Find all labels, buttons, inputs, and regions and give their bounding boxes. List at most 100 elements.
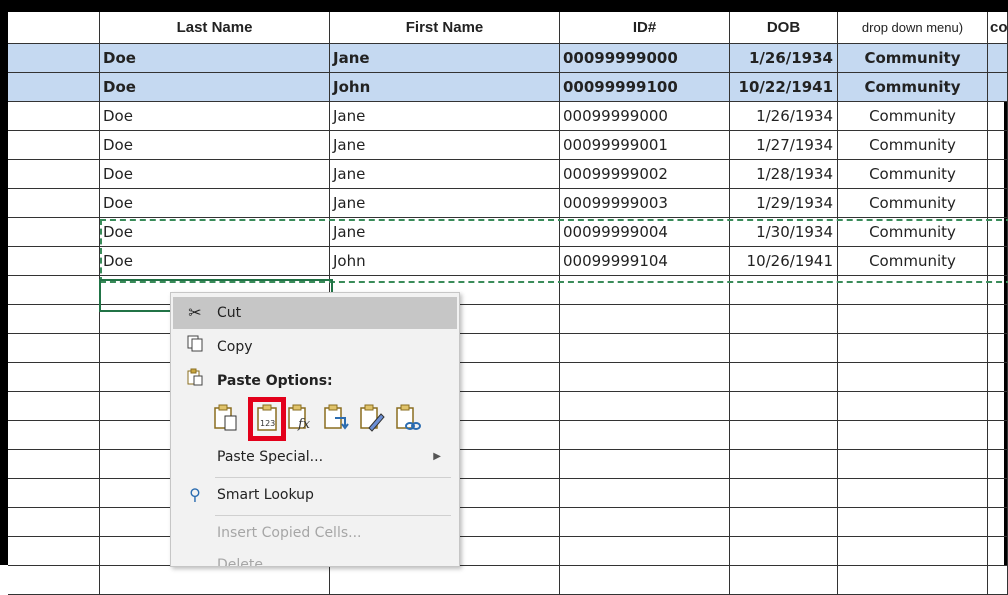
cell-empty[interactable]: [8, 392, 100, 421]
cell-last[interactable]: Doe: [100, 102, 330, 131]
cell-empty[interactable]: [838, 392, 988, 421]
cell-blank[interactable]: [8, 102, 100, 131]
cell-empty[interactable]: [8, 334, 100, 363]
cell-empty[interactable]: [838, 363, 988, 392]
cell-empty[interactable]: [988, 566, 1008, 595]
spreadsheet-grid[interactable]: Last Name First Name ID# DOB drop down m…: [8, 12, 1008, 595]
cell-empty[interactable]: [8, 508, 100, 537]
table-row[interactable]: Doe John 00099999100 10/22/1941 Community: [8, 73, 1008, 102]
cell-empty[interactable]: [560, 305, 730, 334]
menu-item-insert-copied-cells[interactable]: Insert Copied Cells...: [173, 517, 457, 549]
cell-empty[interactable]: [730, 305, 838, 334]
cell-empty[interactable]: [560, 334, 730, 363]
cell-empty[interactable]: [730, 363, 838, 392]
cell-empty[interactable]: [838, 450, 988, 479]
table-row[interactable]: Doe Jane 00099999001 1/27/1934 Community: [8, 131, 1008, 160]
paste-link-icon[interactable]: [393, 402, 423, 434]
table-row[interactable]: Doe Jane 00099999000 1/26/1934 Community: [8, 44, 1008, 73]
cell-type[interactable]: Community: [838, 73, 988, 102]
cell-type[interactable]: Community: [838, 218, 988, 247]
cell-empty[interactable]: [730, 479, 838, 508]
empty-row[interactable]: [8, 508, 1008, 537]
cell-blank[interactable]: [988, 131, 1008, 160]
cell-empty[interactable]: [560, 566, 730, 595]
table-row[interactable]: Doe Jane 00099999000 1/26/1934 Community: [8, 102, 1008, 131]
cell-blank[interactable]: [988, 218, 1008, 247]
cell-empty[interactable]: [560, 276, 730, 305]
cell-empty[interactable]: [988, 421, 1008, 450]
cell-empty[interactable]: [8, 363, 100, 392]
header-dob[interactable]: DOB: [730, 12, 838, 44]
cell-empty[interactable]: [8, 450, 100, 479]
cell-dob[interactable]: 10/26/1941: [730, 247, 838, 276]
table-row[interactable]: Doe Jane 00099999004 1/30/1934 Community: [8, 218, 1008, 247]
cell-empty[interactable]: [730, 276, 838, 305]
cell-first[interactable]: Jane: [330, 160, 560, 189]
empty-row[interactable]: [8, 450, 1008, 479]
cell-empty[interactable]: [560, 421, 730, 450]
cell-last[interactable]: Doe: [100, 189, 330, 218]
cell-blank[interactable]: [988, 247, 1008, 276]
cell-empty[interactable]: [730, 508, 838, 537]
menu-item-smart-lookup[interactable]: ⚲ Smart Lookup: [173, 479, 457, 511]
cell-empty[interactable]: [988, 363, 1008, 392]
cell-blank[interactable]: [8, 131, 100, 160]
cell-empty[interactable]: [838, 479, 988, 508]
cell-empty[interactable]: [560, 363, 730, 392]
paste-formatting-icon[interactable]: [357, 402, 387, 434]
header-blank[interactable]: [8, 12, 100, 44]
cell-empty[interactable]: [8, 566, 100, 595]
cell-first[interactable]: Jane: [330, 44, 560, 73]
cell-empty[interactable]: [838, 537, 988, 566]
cell-empty[interactable]: [838, 566, 988, 595]
cell-empty[interactable]: [560, 479, 730, 508]
cell-blank[interactable]: [988, 44, 1008, 73]
cell-dob[interactable]: 1/27/1934: [730, 131, 838, 160]
cell-id[interactable]: 00099999003: [560, 189, 730, 218]
cell-empty[interactable]: [988, 508, 1008, 537]
empty-row[interactable]: [8, 363, 1008, 392]
cell-dob[interactable]: 1/26/1934: [730, 44, 838, 73]
empty-row[interactable]: [8, 421, 1008, 450]
cell-empty[interactable]: [560, 392, 730, 421]
menu-item-delete[interactable]: Delete: [173, 549, 457, 566]
cell-blank[interactable]: [988, 73, 1008, 102]
cell-empty[interactable]: [838, 508, 988, 537]
cell-type[interactable]: Community: [838, 44, 988, 73]
cell-last[interactable]: Doe: [100, 218, 330, 247]
header-dropdown-menu[interactable]: drop down menu): [838, 12, 988, 44]
header-truncated[interactable]: co: [988, 12, 1008, 44]
cell-empty[interactable]: [100, 566, 330, 595]
header-id[interactable]: ID#: [560, 12, 730, 44]
cell-blank[interactable]: [8, 218, 100, 247]
cell-empty[interactable]: [730, 421, 838, 450]
cell-blank[interactable]: [8, 247, 100, 276]
paste-icon[interactable]: [211, 402, 241, 434]
cell-type[interactable]: Community: [838, 102, 988, 131]
header-first-name[interactable]: First Name: [330, 12, 560, 44]
cell-empty[interactable]: [560, 508, 730, 537]
cell-dob[interactable]: 1/29/1934: [730, 189, 838, 218]
cell-blank[interactable]: [8, 44, 100, 73]
cell-id[interactable]: 00099999004: [560, 218, 730, 247]
cell-first[interactable]: Jane: [330, 131, 560, 160]
cell-empty[interactable]: [988, 276, 1008, 305]
cell-blank[interactable]: [988, 160, 1008, 189]
table-row[interactable]: Doe Jane 00099999003 1/29/1934 Community: [8, 189, 1008, 218]
cell-empty[interactable]: [8, 537, 100, 566]
table-row[interactable]: Doe John 00099999104 10/26/1941 Community: [8, 247, 1008, 276]
menu-item-copy[interactable]: Copy: [173, 331, 457, 363]
cell-empty[interactable]: [730, 537, 838, 566]
cell-empty[interactable]: [8, 305, 100, 334]
cell-blank[interactable]: [988, 102, 1008, 131]
cell-dob[interactable]: 10/22/1941: [730, 73, 838, 102]
cell-blank[interactable]: [8, 189, 100, 218]
paste-values-icon[interactable]: 123: [248, 397, 286, 441]
empty-row[interactable]: [8, 566, 1008, 595]
cell-dob[interactable]: 1/28/1934: [730, 160, 838, 189]
cell-type[interactable]: Community: [838, 189, 988, 218]
cell-empty[interactable]: [8, 421, 100, 450]
cell-empty[interactable]: [330, 566, 560, 595]
cell-last[interactable]: Doe: [100, 247, 330, 276]
cell-first[interactable]: Jane: [330, 102, 560, 131]
